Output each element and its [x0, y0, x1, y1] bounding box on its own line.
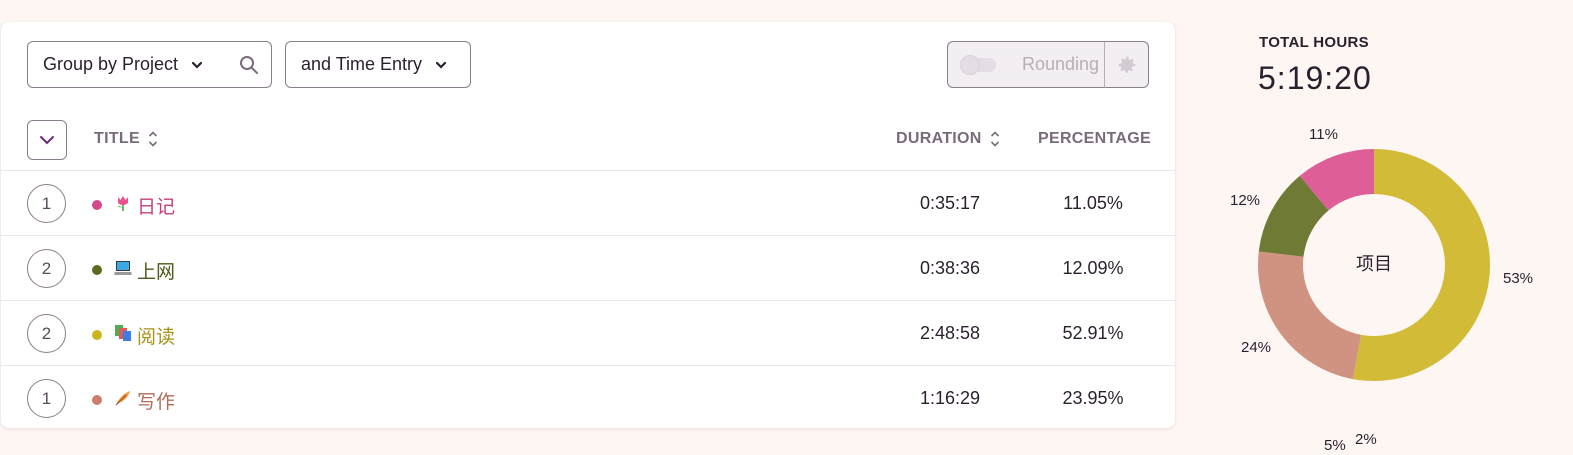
- percentage-value: 52.91%: [1062, 323, 1124, 343]
- slice-label: 5%: [1324, 437, 1346, 454]
- total-hours-value: 5:19:20: [1258, 60, 1372, 96]
- slice-label: 2%: [1355, 431, 1377, 448]
- rounding-label: Rounding: [1022, 54, 1100, 74]
- percentage-value: 11.05%: [1063, 193, 1123, 213]
- entry-count-badge[interactable]: 1: [27, 184, 66, 223]
- project-title[interactable]: 日记: [137, 192, 175, 219]
- books-icon: [115, 325, 131, 341]
- donut-slice[interactable]: [1258, 251, 1362, 380]
- slice-label: 12%: [1230, 192, 1261, 209]
- duration-column-header[interactable]: DURATION: [896, 130, 1000, 148]
- search-icon: [240, 55, 258, 74]
- percentage-header-label: PERCENTAGE: [1038, 130, 1151, 147]
- expand-all-button[interactable]: [27, 120, 67, 160]
- entry-count-badge[interactable]: 2: [27, 249, 66, 288]
- percentage-value: 12.09%: [1062, 258, 1124, 278]
- group-by-label: Group by Project: [43, 54, 179, 74]
- group-by-dropdown[interactable]: Group by Project: [27, 41, 228, 88]
- project-color-dot: [92, 200, 102, 210]
- duration-header-label: DURATION: [896, 130, 982, 147]
- sort-icon: [990, 131, 999, 147]
- tulip-icon: [117, 196, 128, 211]
- duration-value: 2:48:58: [919, 323, 981, 343]
- chevron-down-icon: [435, 61, 447, 69]
- chart-center-label: 项目: [1356, 254, 1392, 274]
- title-column-header[interactable]: TITLE: [94, 130, 158, 148]
- feather-icon: [115, 391, 130, 406]
- table-row[interactable]: 2 上网 0:38:36 12.09%: [1, 236, 1175, 301]
- table-row[interactable]: 2 阅读 2:48:58 52.91%: [1, 301, 1175, 366]
- entry-count-badge[interactable]: 2: [27, 314, 66, 353]
- project-color-dot: [92, 395, 102, 405]
- project-title[interactable]: 上网: [137, 257, 175, 284]
- table-row[interactable]: 1 写作 1:16:29 23.95%: [1, 366, 1175, 431]
- table-header: TITLE DURATION PERCENTAGE: [1, 117, 1175, 171]
- project-donut-chart: 项目: [1258, 149, 1491, 382]
- title-header-label: TITLE: [94, 130, 140, 147]
- chevron-down-icon: [191, 61, 203, 69]
- table-row[interactable]: 1 日记 0:35:17 11.05%: [1, 171, 1175, 236]
- project-title[interactable]: 写作: [137, 387, 175, 414]
- percentage-column-header: PERCENTAGE: [1038, 130, 1151, 148]
- laptop-icon: [114, 261, 132, 275]
- project-color-dot: [92, 265, 102, 275]
- gear-icon: [1118, 56, 1135, 73]
- toolbar: Group by Project and Time Entry Rounding: [1, 22, 1175, 112]
- secondary-group-label: and Time Entry: [301, 54, 423, 74]
- entry-count-badge[interactable]: 1: [27, 379, 66, 418]
- slice-label: 11%: [1309, 126, 1338, 143]
- secondary-group-dropdown[interactable]: and Time Entry: [285, 41, 471, 88]
- slice-label: 53%: [1503, 270, 1534, 287]
- chevron-down-icon: [40, 136, 54, 145]
- report-card: Group by Project and Time Entry Rounding: [1, 22, 1175, 428]
- search-button[interactable]: [227, 41, 272, 88]
- duration-value: 0:35:17: [919, 193, 981, 213]
- sort-icon: [148, 131, 158, 147]
- duration-value: 0:38:36: [919, 258, 981, 278]
- project-color-dot: [92, 330, 102, 340]
- project-title[interactable]: 阅读: [137, 322, 175, 349]
- duration-value: 1:16:29: [919, 388, 981, 408]
- percentage-value: 23.95%: [1062, 388, 1124, 408]
- rounding-toggle[interactable]: Rounding: [947, 41, 1105, 88]
- slice-label: 24%: [1241, 339, 1272, 356]
- toggle-switch[interactable]: [960, 54, 996, 75]
- total-hours-label: TOTAL HOURS: [1259, 34, 1369, 51]
- rounding-settings-button[interactable]: [1104, 41, 1149, 88]
